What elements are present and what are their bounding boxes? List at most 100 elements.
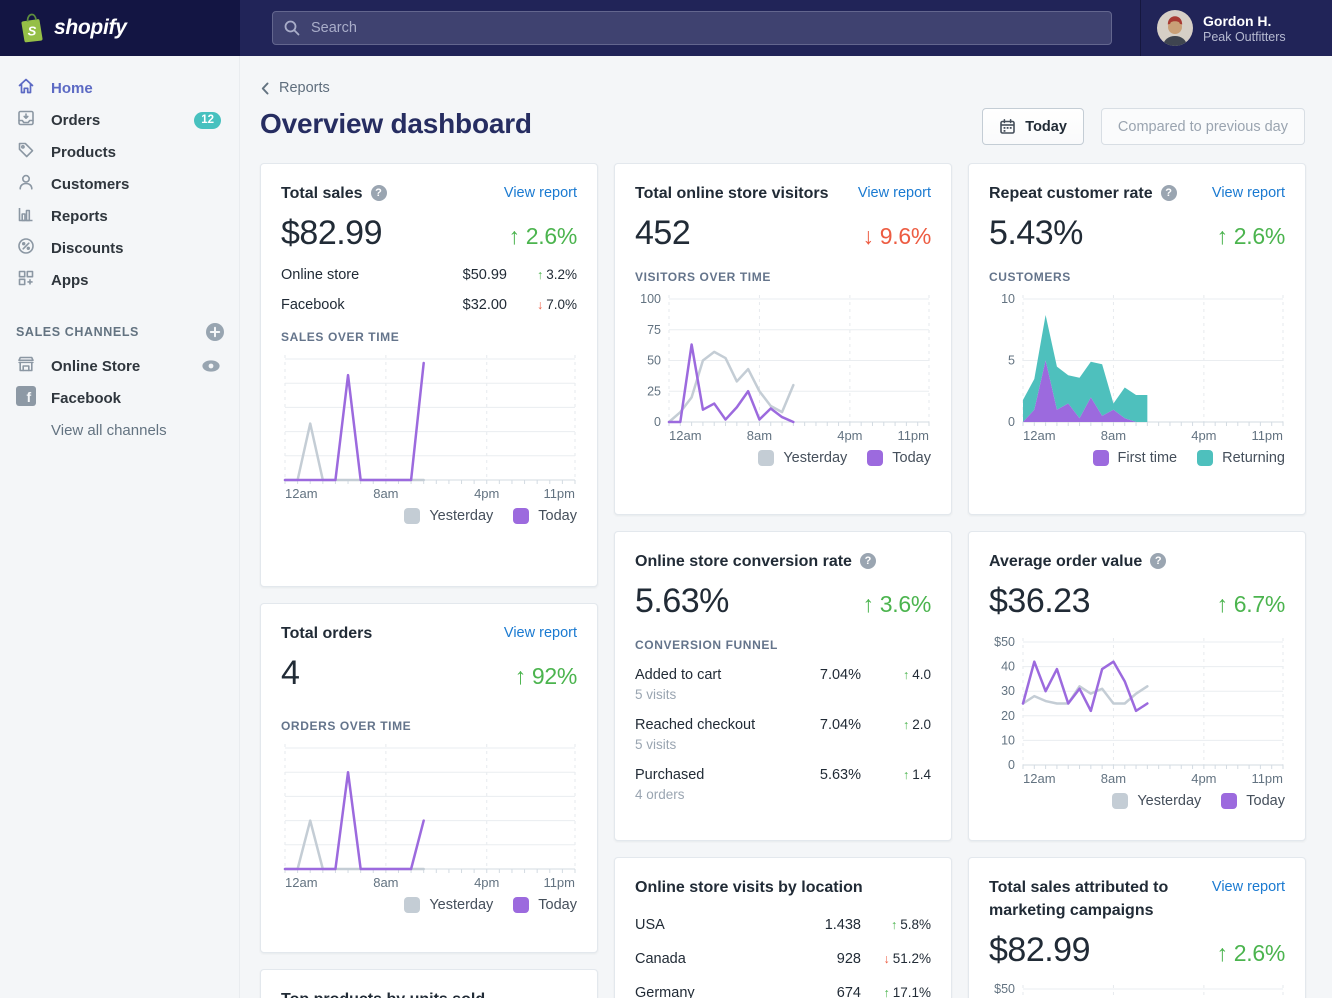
sidebar-item-orders[interactable]: Orders 12 bbox=[0, 104, 239, 136]
sidebar-item-reports[interactable]: Reports bbox=[0, 200, 239, 232]
svg-text:4pm: 4pm bbox=[1191, 428, 1216, 443]
visitors-delta: ↓ 9.6% bbox=[862, 223, 931, 250]
aov-delta: ↑ 6.7% bbox=[1216, 591, 1285, 618]
sales-channels-header: SALES CHANNELS bbox=[0, 322, 239, 342]
legend-swatch-today bbox=[513, 897, 529, 913]
help-icon[interactable]: ? bbox=[371, 185, 387, 201]
view-report-link[interactable]: View report bbox=[1212, 876, 1285, 899]
svg-text:25: 25 bbox=[647, 384, 661, 398]
sidebar-item-discounts[interactable]: Discounts bbox=[0, 232, 239, 264]
card-title: Total sales attributed to marketing camp… bbox=[989, 876, 1196, 922]
main-content: Reports Overview dashboard Today Compare… bbox=[240, 56, 1332, 998]
discount-icon bbox=[16, 236, 36, 260]
shopify-bag-icon: S bbox=[18, 13, 45, 43]
chart-legend: First time Returning bbox=[989, 450, 1285, 466]
svg-text:0: 0 bbox=[1008, 415, 1015, 429]
section-label: VISITORS OVER TIME bbox=[635, 270, 931, 284]
visits-by-location-card: Online store visits by location USA 1.43… bbox=[614, 857, 952, 998]
svg-text:5: 5 bbox=[1008, 354, 1015, 368]
marketing-sales-card: Total sales attributed to marketing camp… bbox=[968, 857, 1306, 998]
legend-swatch-returning bbox=[1197, 450, 1213, 466]
search-input[interactable] bbox=[272, 11, 1112, 45]
brand-wordmark: shopify bbox=[54, 16, 127, 40]
chevron-left-icon bbox=[260, 81, 270, 96]
down-arrow-icon: ↓ bbox=[883, 952, 889, 966]
avatar bbox=[1157, 10, 1193, 46]
total-sales-card: Total sales ? View report $82.99 ↑ 2.6% … bbox=[260, 163, 598, 587]
svg-text:10: 10 bbox=[1001, 733, 1015, 747]
svg-text:S: S bbox=[28, 24, 37, 39]
sidebar-item-products[interactable]: Products bbox=[0, 136, 239, 168]
svg-text:12am: 12am bbox=[285, 875, 318, 890]
brand-logo[interactable]: S shopify bbox=[0, 0, 240, 56]
funnel-row: Added to cart 5 visits 7.04% ↑4.0 bbox=[635, 667, 931, 702]
sidebar-item-apps[interactable]: Apps bbox=[0, 264, 239, 296]
legend-swatch-today bbox=[513, 508, 529, 524]
storefront-icon bbox=[16, 354, 36, 378]
chart-legend: Yesterday Today bbox=[989, 793, 1285, 809]
user-store: Peak Outfitters bbox=[1203, 30, 1286, 45]
svg-text:100: 100 bbox=[640, 292, 661, 306]
location-row: USA 1.438 ↑5.8% bbox=[635, 917, 931, 933]
total-orders-value: 4 bbox=[281, 654, 515, 693]
repeat-rate-value: 5.43% bbox=[989, 214, 1216, 253]
view-report-link[interactable]: View report bbox=[858, 182, 931, 205]
view-report-link[interactable]: View report bbox=[1212, 182, 1285, 205]
card-title: Top products by units sold bbox=[281, 988, 485, 998]
svg-text:8am: 8am bbox=[373, 875, 398, 890]
aov-value: $36.23 bbox=[989, 582, 1216, 621]
date-range-button[interactable]: Today bbox=[982, 108, 1084, 145]
chart-legend: Yesterday Today bbox=[635, 450, 931, 466]
sidebar-item-home[interactable]: Home bbox=[0, 72, 239, 104]
conversion-value: 5.63% bbox=[635, 582, 862, 621]
card-title: Total sales bbox=[281, 182, 363, 205]
svg-text:11pm: 11pm bbox=[543, 486, 575, 501]
svg-text:12am: 12am bbox=[1023, 428, 1056, 443]
view-report-link[interactable]: View report bbox=[504, 182, 577, 205]
view-store-eye-button[interactable] bbox=[201, 356, 221, 376]
aov-over-time-chart: 010203040$5012am8am4pm11pm bbox=[989, 635, 1287, 787]
svg-text:11pm: 11pm bbox=[543, 875, 575, 890]
compare-button[interactable]: Compared to previous day bbox=[1101, 108, 1305, 145]
card-title: Average order value bbox=[989, 550, 1142, 573]
svg-text:$50: $50 bbox=[994, 982, 1015, 996]
svg-text:4pm: 4pm bbox=[1191, 771, 1216, 786]
cards-column-2: Total online store visitors View report … bbox=[614, 163, 952, 998]
total-orders-card: Total orders View report 4 ↑ 92% ORDERS … bbox=[260, 603, 598, 953]
search-icon bbox=[283, 19, 301, 42]
orders-count-badge: 12 bbox=[194, 112, 221, 129]
home-icon bbox=[16, 76, 36, 100]
svg-text:12am: 12am bbox=[1023, 771, 1056, 786]
repeat-customer-rate-card: Repeat customer rate ? View report 5.43%… bbox=[968, 163, 1306, 515]
help-icon[interactable]: ? bbox=[1161, 185, 1177, 201]
svg-text:8am: 8am bbox=[747, 428, 772, 443]
svg-text:4pm: 4pm bbox=[474, 875, 499, 890]
down-arrow-icon: ↓ bbox=[537, 298, 543, 312]
orders-over-time-chart: 12am 8am 4pm 11pm bbox=[281, 741, 579, 891]
sidebar-item-facebook[interactable]: f Facebook bbox=[0, 382, 239, 414]
add-channel-button[interactable] bbox=[205, 322, 225, 342]
svg-text:11pm: 11pm bbox=[1251, 428, 1283, 443]
help-icon[interactable]: ? bbox=[1150, 553, 1166, 569]
view-all-channels-link[interactable]: View all channels bbox=[0, 414, 239, 439]
legend-swatch-today bbox=[867, 450, 883, 466]
breadcrumb[interactable]: Reports bbox=[260, 80, 330, 96]
sidebar-item-online-store[interactable]: Online Store bbox=[0, 350, 239, 382]
view-report-link[interactable]: View report bbox=[504, 622, 577, 645]
section-label: CONVERSION FUNNEL bbox=[635, 638, 931, 652]
chart-legend: Yesterday Today bbox=[281, 897, 577, 913]
up-arrow-icon: ↑ bbox=[903, 718, 909, 732]
section-label: SALES OVER TIME bbox=[281, 330, 577, 344]
chart-legend: Yesterday Today bbox=[281, 508, 577, 524]
apps-grid-icon bbox=[16, 268, 36, 292]
user-menu[interactable]: Gordon H. Peak Outfitters bbox=[1140, 0, 1332, 56]
legend-swatch-yesterday bbox=[758, 450, 774, 466]
section-label: CUSTOMERS bbox=[989, 270, 1285, 284]
sidebar-item-customers[interactable]: Customers bbox=[0, 168, 239, 200]
tag-icon bbox=[16, 140, 36, 164]
conversion-rate-card: Online store conversion rate ? 5.63% ↑ 3… bbox=[614, 531, 952, 841]
help-icon[interactable]: ? bbox=[860, 553, 876, 569]
svg-text:40: 40 bbox=[1001, 660, 1015, 674]
svg-text:$50: $50 bbox=[994, 635, 1015, 649]
funnel-row: Purchased 4 orders 5.63% ↑1.4 bbox=[635, 767, 931, 802]
